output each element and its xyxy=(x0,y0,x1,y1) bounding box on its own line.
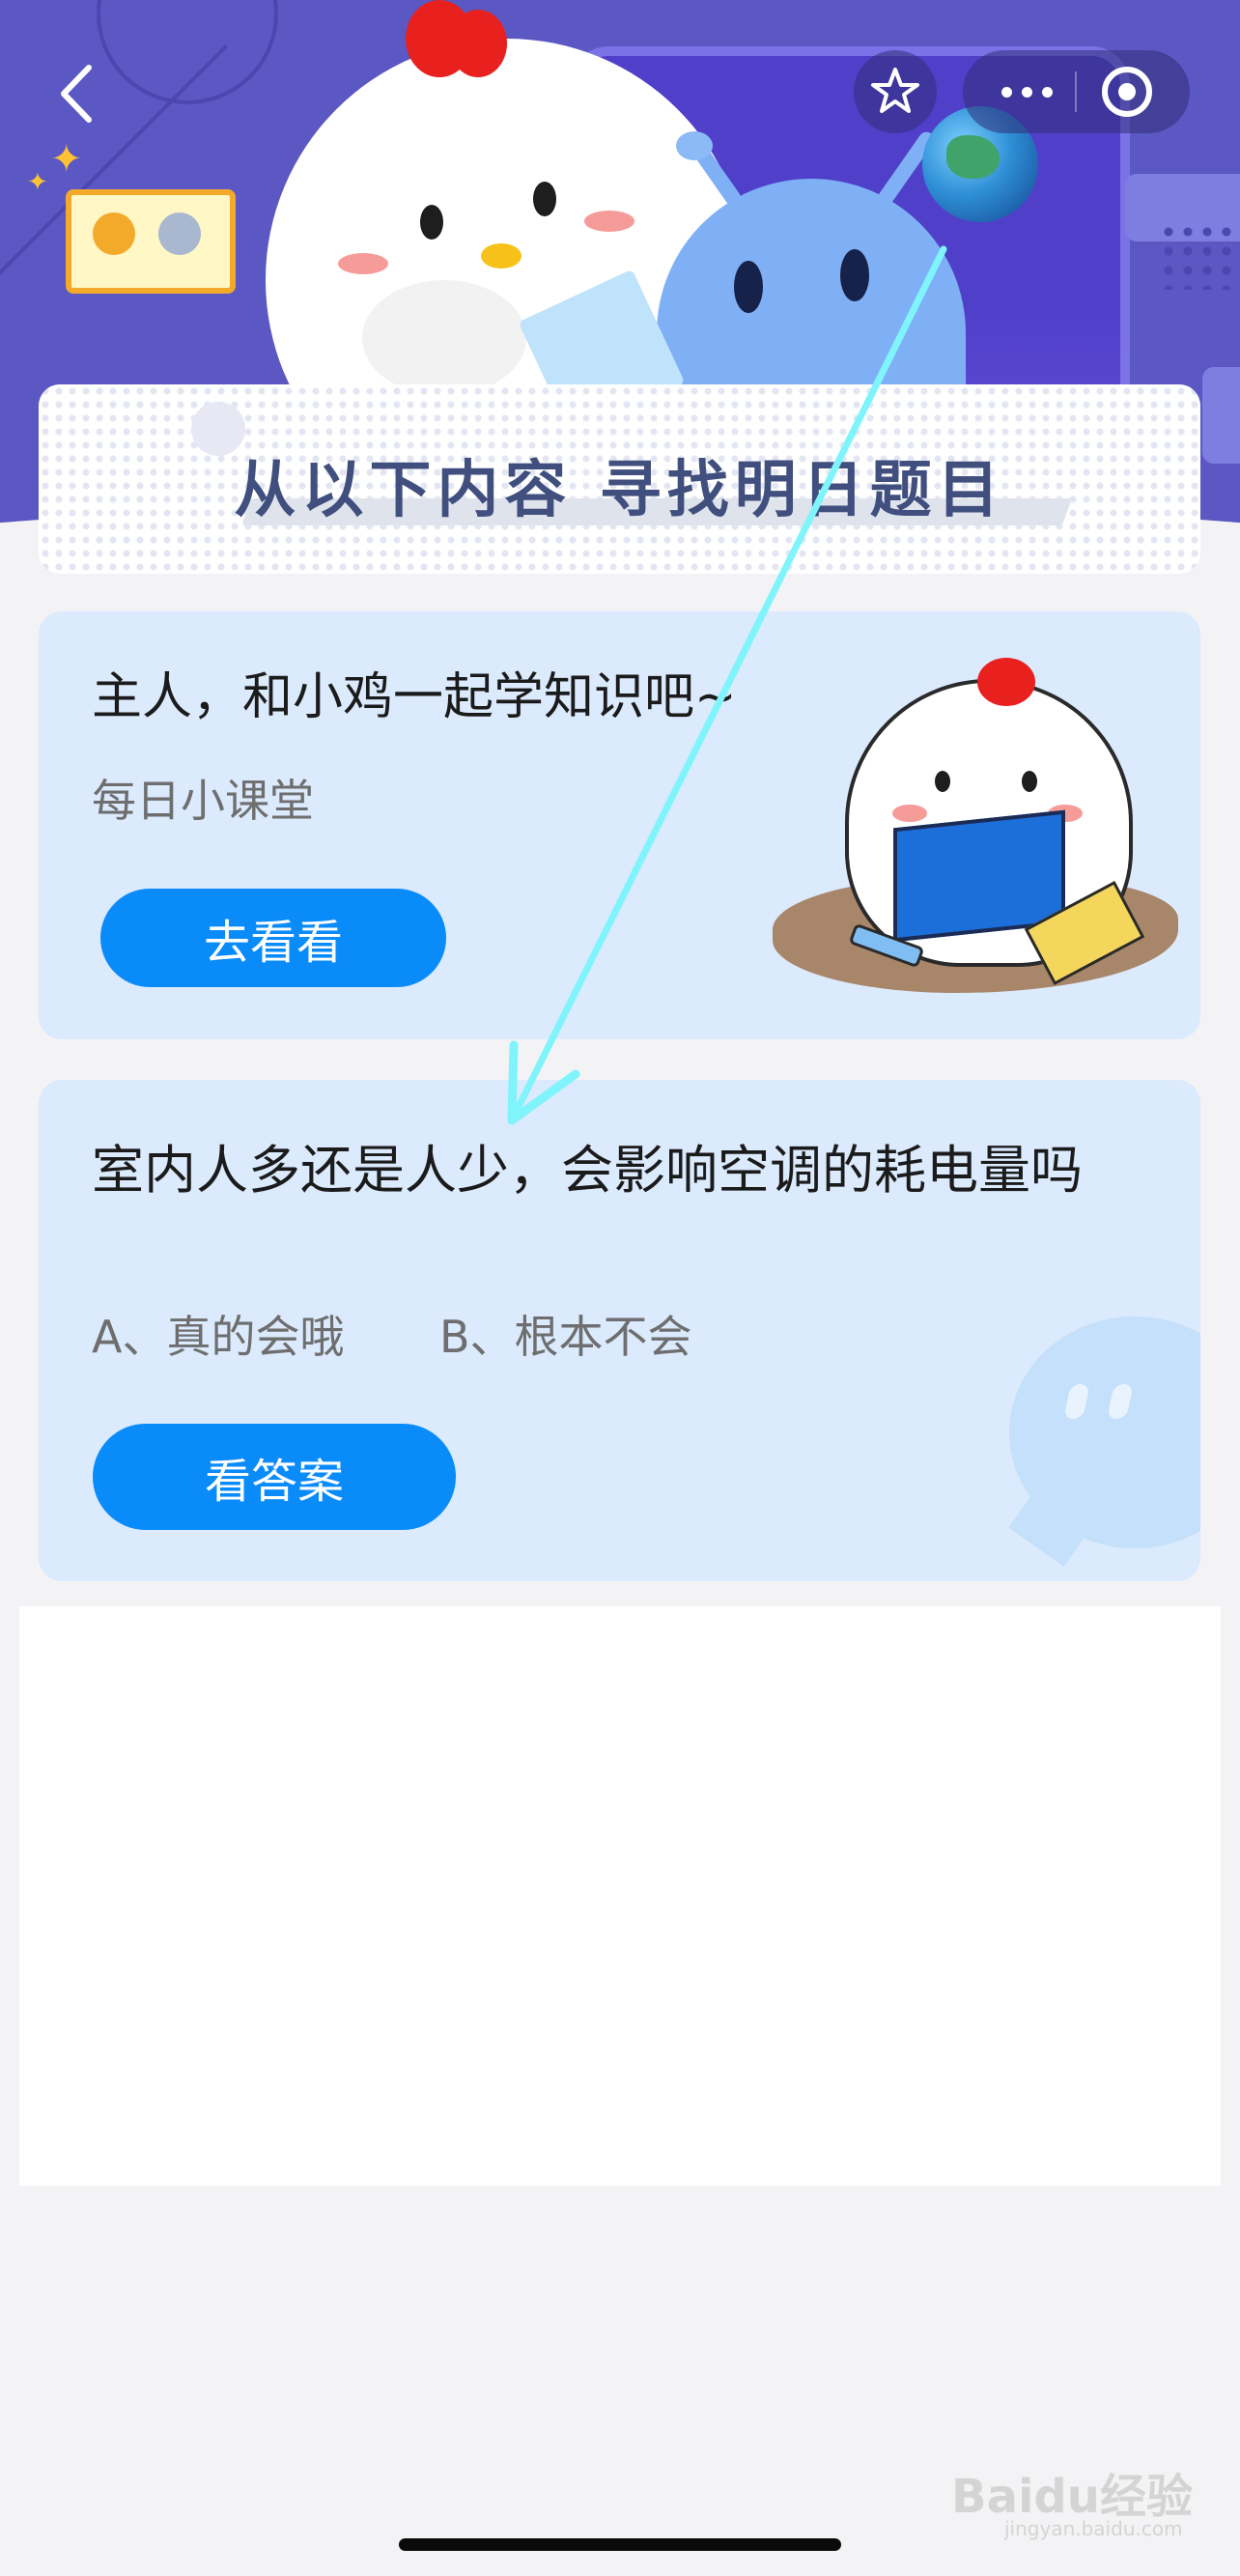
daily-class-card: 主人，和小鸡一起学知识吧~ 每日小课堂 去看看 xyxy=(39,611,1200,1039)
sparkle-icon: ✦ xyxy=(50,137,83,182)
alien-eye xyxy=(734,261,763,313)
chick-eye xyxy=(420,205,443,240)
chick-cheek xyxy=(892,805,927,822)
back-button[interactable] xyxy=(54,60,97,127)
close-mini-program-button[interactable] xyxy=(1102,67,1152,117)
star-icon xyxy=(871,68,919,113)
medal-frame-icon xyxy=(66,189,236,294)
option-b: B、根本不会 xyxy=(439,1311,692,1363)
chick-eye xyxy=(533,182,556,216)
more-button[interactable] xyxy=(988,50,1065,133)
alien-eye xyxy=(840,249,869,301)
gold-medal-icon xyxy=(93,212,135,255)
chick-cheek xyxy=(584,211,634,232)
chick-eye xyxy=(935,771,950,792)
alien-antenna-bulb xyxy=(676,131,713,160)
decorative-dots xyxy=(1159,222,1236,290)
chick-wing xyxy=(362,280,526,396)
chick-eye xyxy=(1022,771,1037,792)
chevron-left-icon xyxy=(61,65,92,123)
question-card: 室内人多还是人少，会影响空调的耗电量吗 A、真的会哦 B、根本不会 看答案 xyxy=(39,1080,1200,1581)
more-dots-icon xyxy=(1000,86,1012,98)
mini-program-capsule xyxy=(963,50,1190,133)
chick-beak xyxy=(481,243,521,269)
title-banner: 从以下内容 寻找明日题目 xyxy=(39,384,1200,574)
chick-comb xyxy=(977,658,1035,706)
decorative-circle xyxy=(97,0,278,104)
go-see-button[interactable]: 去看看 xyxy=(100,889,446,987)
chick-cheek xyxy=(338,253,388,274)
chick-comb xyxy=(449,10,507,77)
capsule-divider xyxy=(1075,71,1077,112)
question-text: 室内人多还是人少，会影响空调的耗电量吗 xyxy=(92,1140,1083,1201)
card-title: 主人，和小鸡一起学知识吧~ xyxy=(92,668,737,726)
card-subtitle: 每日小课堂 xyxy=(92,775,314,827)
sparkle-icon: ✦ xyxy=(27,168,48,197)
decorative-panel xyxy=(1202,367,1240,464)
favorite-button[interactable] xyxy=(854,50,937,133)
content-panel xyxy=(19,1606,1221,2186)
view-answer-button[interactable]: 看答案 xyxy=(93,1424,456,1530)
watermark-url: jingyan.baidu.com xyxy=(1004,2517,1183,2540)
silver-medal-icon xyxy=(158,212,201,255)
watermark-logo: Baidu经验 xyxy=(951,2470,1193,2524)
option-a: A、真的会哦 xyxy=(92,1311,345,1363)
home-indicator[interactable] xyxy=(399,2538,841,2551)
banner-title: 从以下内容 寻找明日题目 xyxy=(234,455,1005,526)
